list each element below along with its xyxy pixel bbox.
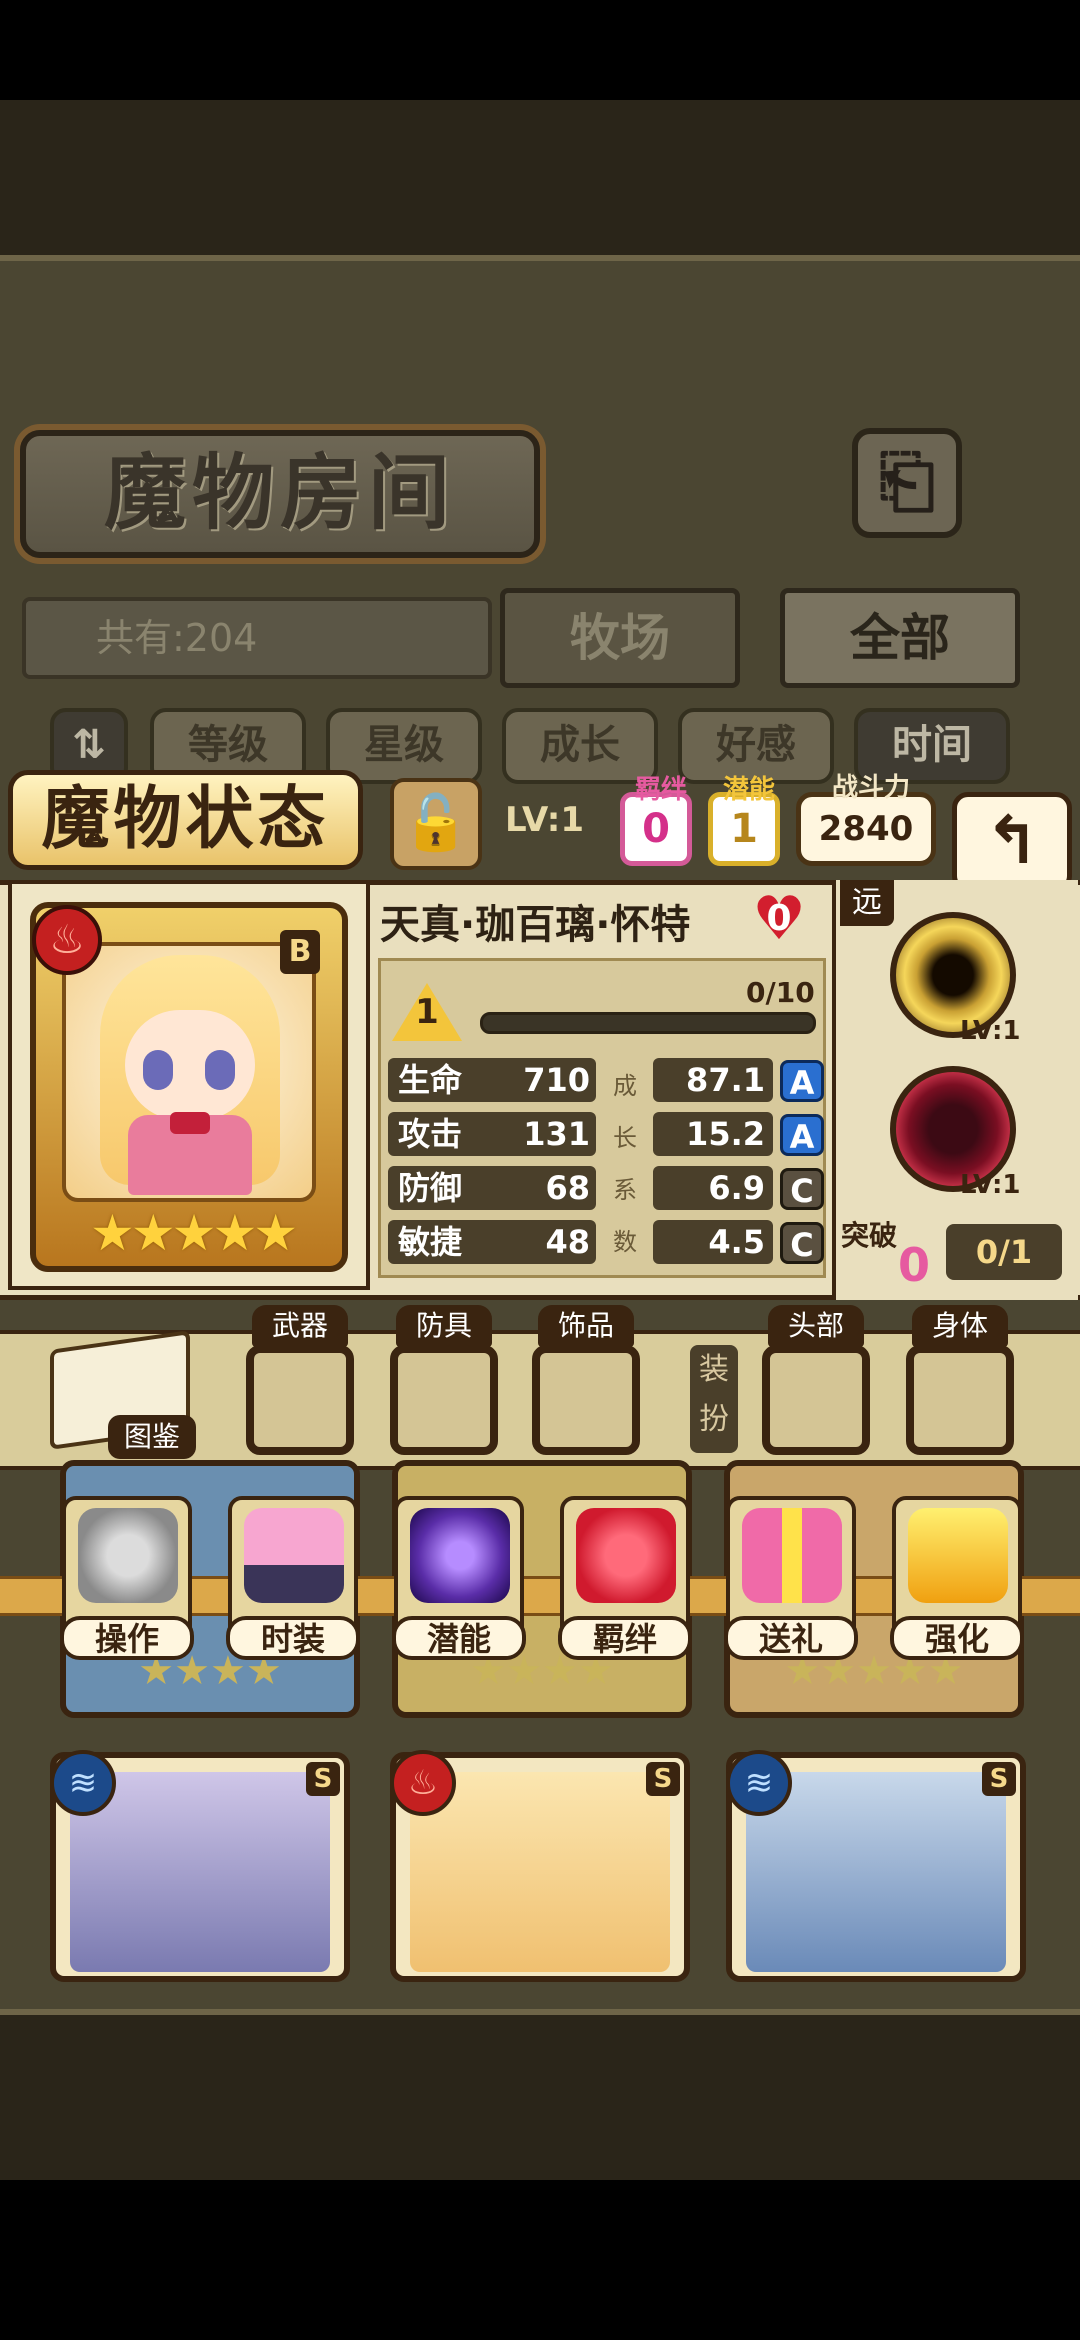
bond-button[interactable]: 羁绊 <box>558 1496 692 1660</box>
slot-label-head: 头部 <box>768 1305 864 1347</box>
upgrade-button[interactable]: 强化 <box>890 1496 1024 1660</box>
monster-card[interactable]: ≋ S <box>726 1750 1026 1982</box>
monster-name: 天真·珈百璃·怀特 <box>380 902 691 948</box>
slot-label-accessory: 饰品 <box>538 1305 634 1347</box>
tab-all[interactable]: 全部 <box>780 588 1020 688</box>
stat-label: 攻击 131 <box>388 1112 596 1156</box>
collection-count-bar: 共有:204 <box>22 597 492 679</box>
weapon-slot[interactable] <box>246 1345 354 1455</box>
exit-door-icon[interactable]: ⎗ <box>852 428 962 538</box>
breakthrough-label: 突破 <box>840 1219 897 1252</box>
dress-up-label: 装扮 <box>690 1345 738 1453</box>
potential-button[interactable]: 潜能 <box>392 1496 526 1660</box>
stat-label: 防御 68 <box>388 1166 596 1210</box>
slot-label-weapon: 武器 <box>252 1305 348 1347</box>
breakthrough-count: 0 <box>898 1238 931 1292</box>
stat-growth: 4.5 <box>653 1220 773 1264</box>
combat-power-value: 2840 <box>818 809 914 849</box>
outfit-button[interactable]: 时装 <box>226 1496 360 1660</box>
monster-card[interactable]: ≋ S <box>50 1750 350 1982</box>
skill-level: LV:1 <box>960 1016 1021 1046</box>
rank-badge: B <box>280 930 320 974</box>
slot-label-armor: 防具 <box>396 1305 492 1347</box>
rank-badge: S <box>646 1762 680 1796</box>
page-title: 魔物房间 <box>103 446 456 541</box>
stat-grade: C <box>780 1168 824 1210</box>
slot-label-body: 身体 <box>912 1305 1008 1347</box>
character-bow <box>170 1112 210 1134</box>
bottom-bar <box>0 2180 1080 2340</box>
gears-icon <box>78 1508 178 1603</box>
gift-button[interactable]: 送礼 <box>724 1496 858 1660</box>
tab-ranch[interactable]: 牧场 <box>500 588 740 688</box>
stat-label: 敏捷 48 <box>388 1220 596 1264</box>
padlock-icon[interactable]: 🔓 <box>390 778 482 870</box>
codex-button[interactable]: 图鉴 <box>108 1415 196 1459</box>
fire-element-icon: ♨ <box>390 1750 456 1816</box>
bond-value: 0 <box>642 806 670 852</box>
monster-card[interactable]: ♨ S <box>390 1750 690 1982</box>
rank-badge: S <box>306 1762 340 1796</box>
combat-power-label: 战斗力 <box>831 773 910 803</box>
fire-element-icon: ♨ <box>32 905 102 975</box>
rank-badge: S <box>982 1762 1016 1796</box>
demon-icon <box>410 1508 510 1603</box>
exp-bar <box>480 1012 816 1034</box>
hearts-icon <box>576 1508 676 1603</box>
head-slot[interactable] <box>762 1345 870 1455</box>
status-bar <box>0 0 1080 100</box>
armor-slot[interactable] <box>390 1345 498 1455</box>
stat-row-agi: 敏捷 48 4.5 C <box>388 1220 824 1270</box>
monster-level-label: LV:1 <box>505 800 585 840</box>
star-rating: ★★★★★ <box>90 1204 298 1262</box>
potential-value: 1 <box>730 806 758 852</box>
operate-button[interactable]: 操作 <box>60 1496 194 1660</box>
stat-value: 68 <box>545 1169 590 1207</box>
stat-growth: 15.2 <box>653 1112 773 1156</box>
stat-growth: 6.9 <box>653 1166 773 1210</box>
bond-counter: 羁绊 0 <box>620 775 692 866</box>
upgrade-arrows-icon <box>908 1508 1008 1603</box>
exp-text: 0/10 <box>746 976 815 1009</box>
character-eye-left <box>143 1050 173 1090</box>
stat-grade: A <box>780 1060 824 1102</box>
stat-row-hp: 生命 710 87.1 A <box>388 1058 824 1108</box>
stat-growth: 87.1 <box>653 1058 773 1102</box>
water-element-icon: ≋ <box>50 1750 116 1816</box>
potential-label: 潜能 <box>722 775 775 805</box>
stat-grade: C <box>780 1222 824 1264</box>
potential-counter: 潜能 1 <box>708 775 780 866</box>
gift-icon <box>742 1508 842 1603</box>
range-tag: 远 <box>840 880 894 926</box>
outfit-icon <box>244 1508 344 1603</box>
character-eye-right <box>205 1050 235 1090</box>
accessory-slot[interactable] <box>532 1345 640 1455</box>
stat-value: 48 <box>545 1223 590 1261</box>
combat-power: 战斗力 2840 <box>796 773 936 866</box>
page-title-plate: 魔物房间 <box>20 430 540 558</box>
stat-row-atk: 攻击 131 15.2 A <box>388 1112 824 1162</box>
status-title: 魔物状态 <box>8 770 363 870</box>
stat-value: 710 <box>523 1061 590 1099</box>
return-arrow-icon[interactable]: ↰ <box>952 792 1072 892</box>
affection-value: 0 <box>766 898 792 939</box>
collection-count: 共有:204 <box>96 616 258 660</box>
water-element-icon: ≋ <box>726 1750 792 1816</box>
stat-row-def: 防御 68 6.9 C <box>388 1166 824 1216</box>
stat-label: 生命 710 <box>388 1058 596 1102</box>
breakthrough-progress: 0/1 <box>946 1224 1062 1280</box>
stat-value: 131 <box>523 1115 590 1153</box>
skill-level: LV:1 <box>960 1170 1021 1200</box>
body-slot[interactable] <box>906 1345 1014 1455</box>
growth-coefficient-label: 成 长 系 数 <box>613 1072 637 1256</box>
stat-grade: A <box>780 1114 824 1156</box>
bond-label: 羁绊 <box>634 775 687 805</box>
